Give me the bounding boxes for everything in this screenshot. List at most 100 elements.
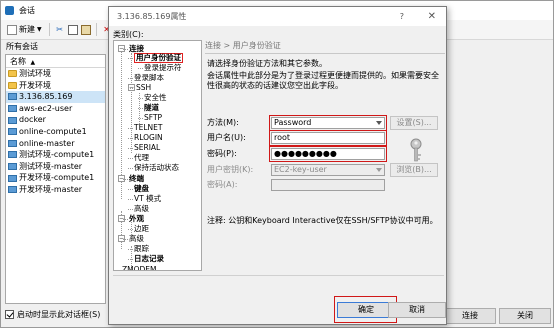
- category-tree-item[interactable]: 日志记录: [134, 254, 164, 264]
- session-label: 测试环境-compute1: [19, 150, 95, 160]
- method-select[interactable]: Password: [269, 115, 387, 131]
- session-label: 开发环境-compute1: [19, 173, 95, 183]
- session-icon: [8, 105, 17, 113]
- category-tree-item[interactable]: 高级: [129, 234, 144, 244]
- category-tree-item[interactable]: 终端: [129, 174, 144, 184]
- session-item[interactable]: online-master: [6, 138, 105, 150]
- category-tree-item[interactable]: 高级: [134, 204, 149, 214]
- method-value: Password: [274, 118, 312, 127]
- session-icon: [8, 116, 17, 124]
- session-item[interactable]: 测试环境-compute1: [6, 149, 105, 161]
- cancel-button[interactable]: 取消: [388, 302, 446, 318]
- chevron-down-icon: [376, 168, 382, 172]
- category-tree-item[interactable]: 用户身份验证: [134, 53, 183, 63]
- breadcrumb: 连接 > 用户身份验证: [205, 40, 445, 54]
- category-tree-item[interactable]: TELNET: [134, 123, 162, 133]
- session-label: 测试环境-master: [19, 161, 83, 171]
- ok-button[interactable]: 确定: [337, 302, 395, 318]
- username-input[interactable]: root: [269, 130, 387, 146]
- startup-checkbox-row[interactable]: 启动时显示此对话框(S): [5, 308, 100, 321]
- paste-icon[interactable]: [80, 24, 91, 35]
- new-session-icon: [7, 24, 17, 35]
- category-label: 类别(C):: [113, 30, 144, 39]
- session-label: 开发环境-master: [19, 184, 83, 194]
- name-column-header[interactable]: 名称 ▲: [6, 55, 105, 68]
- app-icon: [5, 6, 14, 15]
- startup-checkbox[interactable]: [5, 310, 14, 319]
- category-tree-item[interactable]: 保持活动状态: [134, 163, 179, 173]
- user-key-label: 用户密钥(K):: [207, 165, 254, 174]
- method-label: 方法(M):: [207, 118, 239, 127]
- session-icon: [8, 93, 17, 101]
- password-input[interactable]: ●●●●●●●●●: [269, 146, 387, 162]
- category-tree-item[interactable]: 安全性: [144, 93, 167, 103]
- category-tree-item[interactable]: 外观: [129, 214, 144, 224]
- close-sessions-button[interactable]: 关闭: [499, 308, 551, 324]
- session-icon: [8, 139, 17, 147]
- settings-button[interactable]: 设置(S)...: [390, 116, 438, 130]
- session-item[interactable]: 开发环境-compute1: [6, 172, 105, 184]
- session-list: 测试环境 开发环境 3.136.85.169 aws-ec2-user docker on…: [6, 68, 105, 196]
- session-item[interactable]: 开发环境-master: [6, 184, 105, 196]
- session-label: 3.136.85.169: [19, 92, 73, 102]
- session-item[interactable]: 测试环境-master: [6, 161, 105, 173]
- category-tree-item[interactable]: 边距: [134, 224, 149, 234]
- footer-divider: [113, 275, 444, 276]
- category-tree-item[interactable]: VT 模式: [134, 194, 161, 204]
- session-folder[interactable]: 测试环境: [6, 68, 105, 80]
- session-list-panel: 名称 ▲ 测试环境开发环境 3.136.85.169 aws-ec2-user doc…: [5, 54, 106, 304]
- folder-icon: [8, 70, 17, 78]
- category-tree: − 连接 用户身份验证 登录提示符 登录脚本 − SSH 安全性 隧道 SFTP TELNET RLO…: [113, 40, 202, 271]
- category-tree-item[interactable]: 键盘: [134, 184, 149, 194]
- name-column-label: 名称: [10, 57, 26, 66]
- session-label: online-master: [19, 138, 75, 148]
- session-icon: [8, 163, 17, 171]
- category-tree-item[interactable]: 跟踪: [134, 244, 149, 254]
- properties-title-bar: 3.136.85.169属性 ? ✕: [109, 7, 446, 26]
- connect-button[interactable]: 连接: [444, 308, 496, 324]
- toolbar-separator: [95, 23, 97, 36]
- session-label: 测试环境: [19, 69, 51, 78]
- session-item[interactable]: 3.136.85.169: [6, 91, 105, 103]
- user-key-select[interactable]: EC2-key-user: [271, 164, 385, 176]
- session-item[interactable]: online-compute1: [6, 126, 105, 138]
- category-tree-item[interactable]: 隧道: [144, 103, 159, 113]
- chevron-down-icon: [376, 121, 382, 125]
- passphrase-input[interactable]: [271, 179, 385, 191]
- session-folder[interactable]: 开发环境: [6, 80, 105, 92]
- key-icon: [410, 138, 422, 162]
- new-session-label: 新建: [19, 25, 35, 34]
- session-label: online-compute1: [19, 126, 87, 136]
- folder-icon: [8, 81, 17, 89]
- session-icon: [8, 151, 17, 159]
- username-label: 用户名(U):: [207, 133, 246, 142]
- cut-icon[interactable]: ✂: [55, 25, 65, 35]
- help-button[interactable]: ?: [400, 7, 404, 26]
- category-tree-item[interactable]: ZMODEM: [122, 265, 157, 270]
- category-tree-item[interactable]: 代理: [134, 153, 149, 163]
- close-icon[interactable]: ✕: [428, 7, 436, 26]
- startup-checkbox-label: 启动时显示此对话框(S): [17, 310, 101, 319]
- session-icon: [8, 174, 17, 182]
- properties-dialog: 3.136.85.169属性 ? ✕ 类别(C): − 连接 用户身份验证 登录提示符…: [108, 6, 447, 325]
- copy-icon[interactable]: [67, 24, 78, 35]
- new-session-button[interactable]: 新建 ▼: [5, 22, 44, 38]
- sessions-title: 会话: [19, 6, 35, 15]
- user-key-value: EC2-key-user: [274, 165, 327, 174]
- session-label: docker: [19, 115, 46, 125]
- category-tree-item[interactable]: 登录脚本: [134, 73, 164, 83]
- category-tree-item[interactable]: RLOGIN: [134, 133, 163, 143]
- browse-button[interactable]: 浏览(B)...: [390, 163, 438, 177]
- category-tree-item[interactable]: SFTP: [144, 113, 162, 123]
- category-tree-item[interactable]: SERIAL: [134, 143, 160, 153]
- session-item[interactable]: aws-ec2-user: [6, 103, 105, 115]
- category-tree-item[interactable]: SSH: [136, 83, 151, 93]
- password-label: 密码(P):: [207, 149, 237, 158]
- toolbar-separator: [48, 23, 50, 36]
- session-item[interactable]: docker: [6, 114, 105, 126]
- intro-line: 请选择身份验证方法和其它参数。: [207, 59, 327, 68]
- intro-text: 请选择身份验证方法和其它参数。 会话属性中此部分是为了登录过程更便捷而提供的。如…: [207, 59, 443, 91]
- note-text: 注释: 公钥和Keyboard Interactive仅在SSH/SFTP协议中…: [207, 216, 438, 225]
- chevron-down-icon: ▼: [37, 26, 42, 33]
- category-tree-item[interactable]: 登录提示符: [144, 63, 182, 73]
